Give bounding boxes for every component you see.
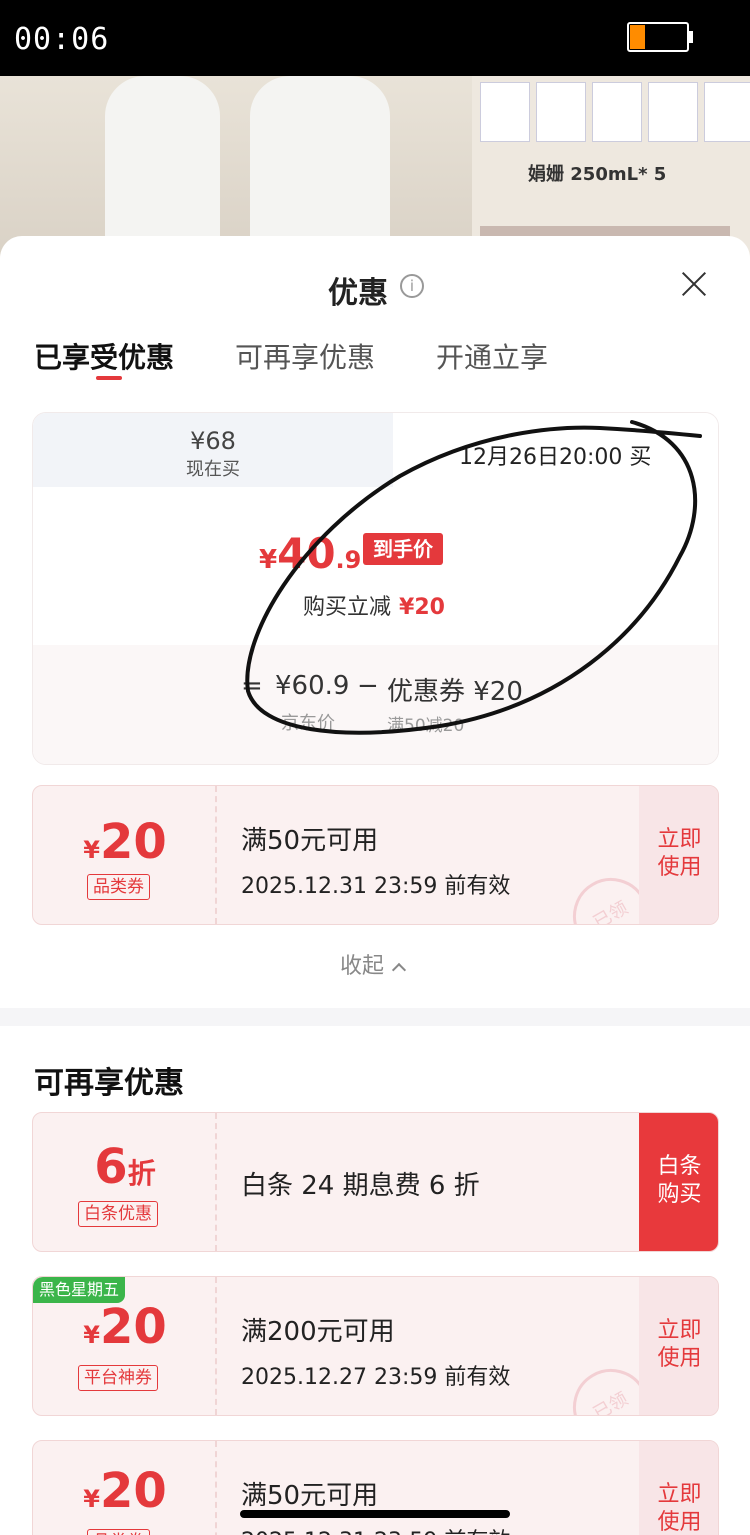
battery-icon bbox=[627, 22, 689, 52]
baitiao-buy-button[interactable]: 白条 购买 bbox=[639, 1113, 718, 1251]
home-indicator bbox=[240, 1510, 510, 1518]
hand-drawn-circle-annotation bbox=[245, 420, 702, 735]
coupon-yen: ¥ bbox=[83, 1485, 100, 1513]
use-now-button[interactable]: 立即 使用 bbox=[639, 1277, 718, 1415]
coupon-type: 白条优惠 bbox=[78, 1201, 158, 1227]
coupon-condition: 白条 24 期息费 6 折 bbox=[241, 1171, 480, 1201]
coupon-amount: ¥20 bbox=[33, 1299, 217, 1355]
coupon-amount: ¥20 bbox=[33, 1463, 217, 1519]
coupon-yen: ¥ bbox=[83, 1321, 100, 1349]
coupon-value: 6 bbox=[94, 1139, 128, 1195]
use-now-button[interactable]: 立即 使用 bbox=[639, 1441, 718, 1535]
collapse-button[interactable]: 收起 bbox=[340, 948, 407, 980]
status-bar: 00:06 bbox=[0, 0, 750, 76]
coupon-condition: 满200元可用 bbox=[241, 1317, 395, 1347]
coupon-value-area: 6折 白条优惠 bbox=[33, 1113, 217, 1251]
shelf-label: 娟姗 250mL* 5 bbox=[528, 164, 667, 185]
discount-sheet: 优惠 i 已享受优惠 可再享优惠 开通立享 ¥68 现在买 12月26日20:0… bbox=[0, 236, 750, 1535]
battery-tip bbox=[689, 31, 693, 43]
coupon-validity: 2025.12.27 23:59 前有效 bbox=[241, 1365, 511, 1390]
coupon-value-area: ¥20 品类券 bbox=[33, 1441, 217, 1535]
collapse-label: 收起 bbox=[340, 954, 385, 979]
carton-image bbox=[480, 82, 530, 142]
coupon-type: 品类券 bbox=[87, 874, 150, 900]
coupon-unit: 折 bbox=[127, 1157, 156, 1190]
more-section-title: 可再享优惠 bbox=[34, 1066, 184, 1101]
coupon-validity: 2025.12.31 23:59 前有效 bbox=[241, 1523, 510, 1535]
status-time: 00:06 bbox=[14, 22, 110, 57]
carton-image bbox=[648, 82, 698, 142]
coupon-type: 品类券 bbox=[87, 1529, 150, 1535]
chevron-up-icon bbox=[391, 962, 407, 978]
section-divider bbox=[0, 1008, 750, 1026]
carton-image bbox=[536, 82, 586, 142]
coupon-validity: 2025.12.31 23:59 前有效 bbox=[241, 874, 511, 899]
carton-image bbox=[704, 82, 750, 142]
coupon-yen: ¥ bbox=[83, 836, 100, 864]
coupon-card: ¥20 品类券 满50元可用 2025.12.31 23:59 前有效 立即 使… bbox=[32, 1440, 719, 1535]
coupon-value: 20 bbox=[99, 1299, 167, 1355]
carton-image bbox=[592, 82, 642, 142]
coupon-amount: 6折 bbox=[33, 1139, 217, 1195]
promo-badge: 黑色星期五 bbox=[33, 1277, 126, 1303]
coupon-card: 6折 白条优惠 白条 24 期息费 6 折 白条 购买 bbox=[32, 1112, 719, 1252]
coupon-value: 20 bbox=[99, 1463, 167, 1519]
coupon-type: 平台神券 bbox=[78, 1365, 158, 1391]
coupon-condition: 满50元可用 bbox=[241, 1481, 379, 1511]
coupon-card: ¥20 平台神券 黑色星期五 满200元可用 2025.12.27 23:59 … bbox=[32, 1276, 719, 1416]
